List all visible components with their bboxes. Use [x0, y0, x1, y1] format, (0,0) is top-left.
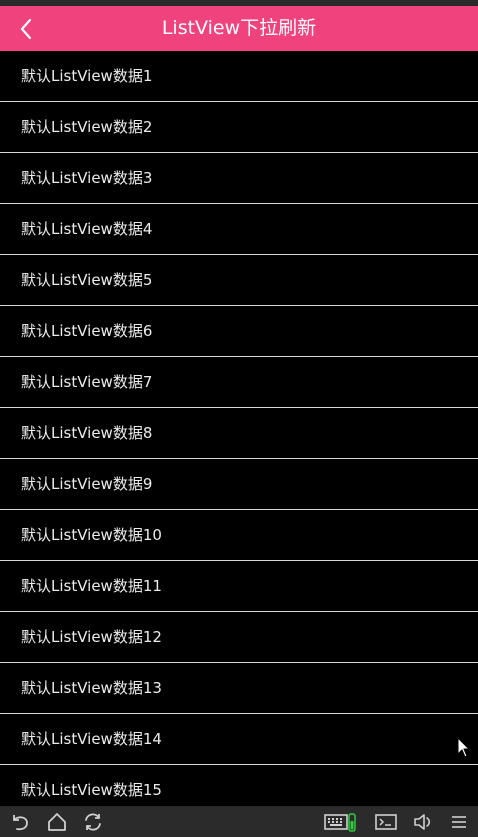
list-item[interactable]: 默认ListView数据9 — [0, 459, 478, 510]
list-item[interactable]: 默认ListView数据12 — [0, 612, 478, 663]
nav-recent-button[interactable] — [81, 810, 105, 834]
list-item[interactable]: 默认ListView数据6 — [0, 306, 478, 357]
list-item[interactable]: 默认ListView数据13 — [0, 663, 478, 714]
list-item[interactable]: 默认ListView数据14 — [0, 714, 478, 765]
home-icon — [48, 813, 66, 831]
app-screen: ListView下拉刷新 默认ListView数据1 默认ListView数据2… — [0, 0, 478, 837]
list-item[interactable]: 默认ListView数据10 — [0, 510, 478, 561]
list-item[interactable]: 默认ListView数据4 — [0, 204, 478, 255]
list-item[interactable]: 默认ListView数据1 — [0, 51, 478, 102]
nav-back-button[interactable] — [8, 810, 32, 834]
battery-indicator — [345, 810, 359, 834]
mouse-pointer-icon — [457, 737, 471, 758]
page-title: ListView下拉刷新 — [161, 17, 317, 39]
system-nav-bar — [0, 806, 478, 837]
list-item[interactable]: 默认ListView数据2 — [0, 102, 478, 153]
list-item[interactable]: 默认ListView数据5 — [0, 255, 478, 306]
nav-home-button[interactable] — [45, 810, 69, 834]
title-bar: ListView下拉刷新 — [0, 6, 478, 51]
list-item[interactable]: 默认ListView数据7 — [0, 357, 478, 408]
list-item[interactable]: 默认ListView数据15 — [0, 765, 478, 806]
terminal-icon — [375, 814, 397, 830]
battery-icon — [348, 813, 356, 832]
volume-button[interactable] — [411, 810, 435, 834]
list-item[interactable]: 默认ListView数据11 — [0, 561, 478, 612]
menu-icon — [452, 816, 466, 828]
back-icon — [13, 815, 28, 831]
list-item[interactable]: 默认ListView数据3 — [0, 153, 478, 204]
volume-icon — [414, 814, 431, 830]
terminal-button[interactable] — [374, 810, 398, 834]
list-item[interactable]: 默认ListView数据8 — [0, 408, 478, 459]
list-view[interactable]: 默认ListView数据1 默认ListView数据2 默认ListView数据… — [0, 51, 478, 806]
recent-apps-icon — [85, 813, 101, 831]
menu-button[interactable] — [447, 810, 471, 834]
